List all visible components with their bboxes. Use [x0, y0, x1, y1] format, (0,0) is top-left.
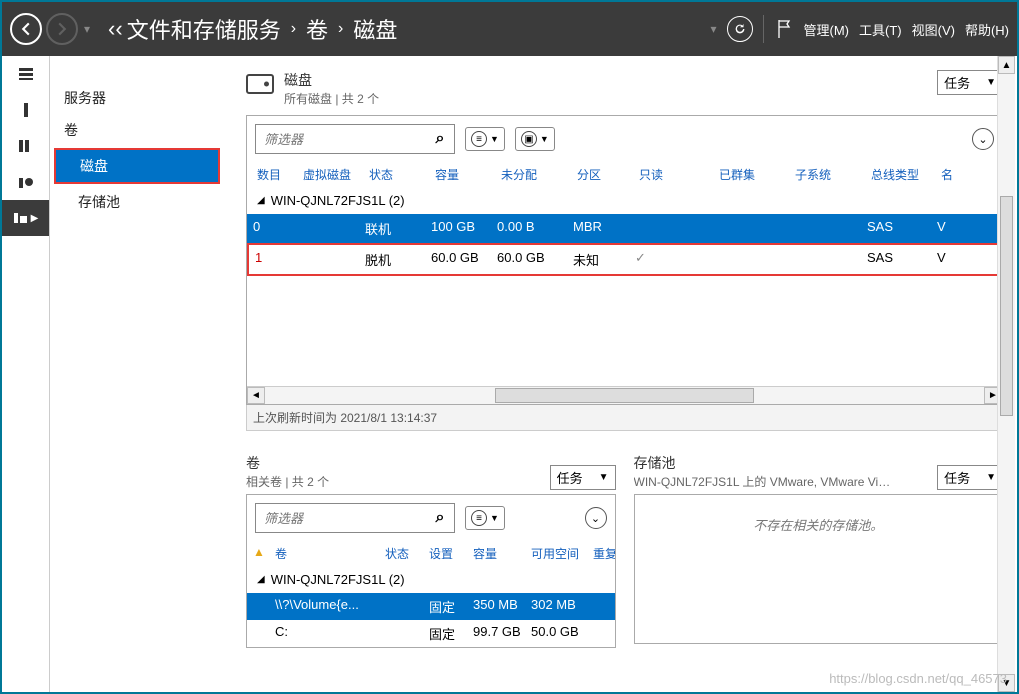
- refresh-button[interactable]: [727, 16, 753, 42]
- volumes-tasks-dropdown[interactable]: 任务▼: [550, 465, 616, 490]
- notifications-flag-icon[interactable]: [774, 19, 794, 39]
- nav-storage-pools[interactable]: 存储池: [50, 186, 224, 218]
- disks-tasks-dropdown[interactable]: 任务▼: [937, 70, 1003, 95]
- disks-panel: ⌕ ≡▼ ▣▼ ⌄ 数目 虚拟磁盘 状态 容量 未分配 分区 只读 已群集 子系…: [246, 115, 1003, 405]
- volume-group-row[interactable]: ◢ WIN-QJNL72FJS1L (2): [247, 566, 615, 593]
- breadcrumb-item-files[interactable]: 文件和存储服务: [127, 13, 281, 45]
- titlebar: ▾ ‹‹ 文件和存储服务 › 卷 › 磁盘 ▾ 管理(M) 工具(T) 视图(V…: [2, 2, 1017, 56]
- rail-all-servers-icon[interactable]: [2, 128, 49, 164]
- menu-view[interactable]: 视图(V): [912, 20, 955, 39]
- vcol-setup[interactable]: 设置: [423, 541, 467, 566]
- menu-tools[interactable]: 工具(T): [859, 20, 902, 39]
- vscroll-thumb[interactable]: [1000, 196, 1013, 416]
- rail-dashboard-icon[interactable]: [2, 56, 49, 92]
- nav-disks[interactable]: 磁盘: [54, 148, 220, 184]
- disks-filter: ⌕: [255, 124, 455, 154]
- breadcrumb-prefix[interactable]: ‹‹: [108, 16, 123, 42]
- breadcrumb-dropdown-icon[interactable]: ▾: [710, 22, 716, 36]
- col-name[interactable]: 名: [935, 162, 998, 187]
- col-number[interactable]: 数目: [251, 162, 297, 187]
- menu-help[interactable]: 帮助(H): [965, 20, 1009, 39]
- col-status[interactable]: 状态: [363, 162, 429, 187]
- volumes-filter: ⌕: [255, 503, 455, 533]
- pools-tasks-dropdown[interactable]: 任务▼: [937, 465, 1003, 490]
- disks-subtitle: 所有磁盘 | 共 2 个: [284, 90, 379, 107]
- disks-columns: 数目 虚拟磁盘 状态 容量 未分配 分区 只读 已群集 子系统 总线类型 名: [247, 162, 1002, 187]
- pools-title: 存储池: [634, 453, 894, 473]
- pools-empty-message: 不存在相关的存储池。: [635, 495, 1003, 554]
- scroll-up-icon[interactable]: ▲: [998, 56, 1015, 74]
- disks-title: 磁盘: [284, 70, 379, 90]
- volumes-columns: ▲ 卷 状态 设置 容量 可用空间 重复数: [247, 541, 615, 566]
- col-partition[interactable]: 分区: [571, 162, 633, 187]
- disk-group-row[interactable]: ◢ WIN-QJNL72FJS1L (2): [247, 187, 1002, 214]
- content-area: 磁盘 所有磁盘 | 共 2 个 任务▼ ⌕ ≡▼ ▣▼ ⌄ 数目 虚拟磁盘 状态…: [224, 56, 1017, 692]
- content-vscrollbar: ▲ ▼: [997, 56, 1015, 692]
- scroll-left-icon[interactable]: ◄: [247, 387, 265, 404]
- pools-subtitle: WIN-QJNL72FJS1L 上的 VMware, VMware Virt..…: [634, 473, 894, 490]
- rail-file-storage-icon[interactable]: ▶: [2, 200, 49, 236]
- disks-statusbar: 上次刷新时间为 2021/8/1 13:14:37: [246, 405, 1003, 431]
- warning-icon: ▲: [253, 545, 265, 559]
- scroll-track[interactable]: [265, 387, 984, 404]
- disks-hscrollbar: ◄ ►: [247, 386, 1002, 404]
- pools-panel: 存储池 WIN-QJNL72FJS1L 上的 VMware, VMware Vi…: [634, 453, 1004, 648]
- col-readonly[interactable]: 只读: [633, 162, 713, 187]
- back-button[interactable]: [10, 13, 42, 45]
- scroll-down-icon[interactable]: ▼: [998, 674, 1015, 692]
- history-dropdown-icon[interactable]: ▾: [84, 22, 90, 36]
- volumes-filter-input[interactable]: [256, 506, 426, 531]
- breadcrumb-item-volumes[interactable]: 卷: [306, 13, 328, 45]
- breadcrumb-sep: ›: [338, 20, 343, 38]
- disks-toolbar: ⌕ ≡▼ ▣▼ ⌄: [247, 116, 1002, 162]
- save-view-dropdown[interactable]: ▣▼: [515, 127, 555, 151]
- breadcrumb: ‹‹ 文件和存储服务 › 卷 › 磁盘: [108, 13, 397, 45]
- vcol-capacity[interactable]: 容量: [467, 541, 525, 566]
- rail-local-server-icon[interactable]: [2, 92, 49, 128]
- collapse-icon: ◢: [257, 574, 265, 585]
- col-bustype[interactable]: 总线类型: [865, 162, 935, 187]
- vcol-status[interactable]: 状态: [379, 541, 423, 566]
- menu-manage[interactable]: 管理(M): [804, 20, 850, 39]
- disk-row-0[interactable]: 0 联机 100 GB 0.00 B MBR SAS V: [247, 214, 1002, 243]
- expand-toggle-icon[interactable]: ⌄: [972, 128, 994, 150]
- expand-toggle-icon[interactable]: ⌄: [585, 507, 607, 529]
- list-view-dropdown[interactable]: ≡▼: [465, 127, 505, 151]
- vcol-free[interactable]: 可用空间: [525, 541, 587, 566]
- search-icon[interactable]: ⌕: [426, 125, 454, 153]
- vcol-volume[interactable]: 卷: [269, 541, 379, 566]
- search-icon[interactable]: ⌕: [426, 504, 454, 532]
- disk-icon: [246, 74, 274, 94]
- volumes-title: 卷: [246, 453, 329, 473]
- volume-row-1[interactable]: C: 固定 99.7 GB 50.0 GB: [247, 620, 615, 647]
- breadcrumb-sep: ›: [291, 20, 296, 38]
- col-capacity[interactable]: 容量: [429, 162, 495, 187]
- col-subsystem[interactable]: 子系统: [789, 162, 865, 187]
- vcol-dedup[interactable]: 重复数: [587, 541, 615, 566]
- collapse-icon: ◢: [257, 195, 265, 206]
- col-unallocated[interactable]: 未分配: [495, 162, 571, 187]
- volume-row-0[interactable]: \\?\Volume{e... 固定 350 MB 302 MB: [247, 593, 615, 620]
- scroll-thumb[interactable]: [495, 388, 754, 403]
- volumes-panel: 卷 相关卷 | 共 2 个 任务▼ ⌕ ≡▼ ⌄ ▲: [246, 453, 616, 648]
- list-view-dropdown[interactable]: ≡▼: [465, 506, 505, 530]
- col-vdisk[interactable]: 虚拟磁盘: [297, 162, 363, 187]
- disks-filter-input[interactable]: [256, 127, 426, 152]
- disk-row-1[interactable]: 1 脱机 60.0 GB 60.0 GB 未知 ✓ SAS V: [247, 243, 1002, 276]
- nav-servers[interactable]: 服务器: [50, 82, 224, 114]
- divider: [763, 15, 764, 43]
- nav-volumes[interactable]: 卷: [50, 114, 224, 146]
- forward-button[interactable]: [46, 13, 78, 45]
- icon-rail: ▶: [2, 56, 50, 692]
- volumes-subtitle: 相关卷 | 共 2 个: [246, 473, 329, 490]
- nav-tree: 服务器 卷 磁盘 存储池: [50, 56, 224, 692]
- col-clustered[interactable]: 已群集: [713, 162, 789, 187]
- breadcrumb-item-disks[interactable]: 磁盘: [353, 13, 397, 45]
- rail-item-icon[interactable]: [2, 164, 49, 200]
- disks-panel-header: 磁盘 所有磁盘 | 共 2 个 任务▼: [246, 70, 1003, 107]
